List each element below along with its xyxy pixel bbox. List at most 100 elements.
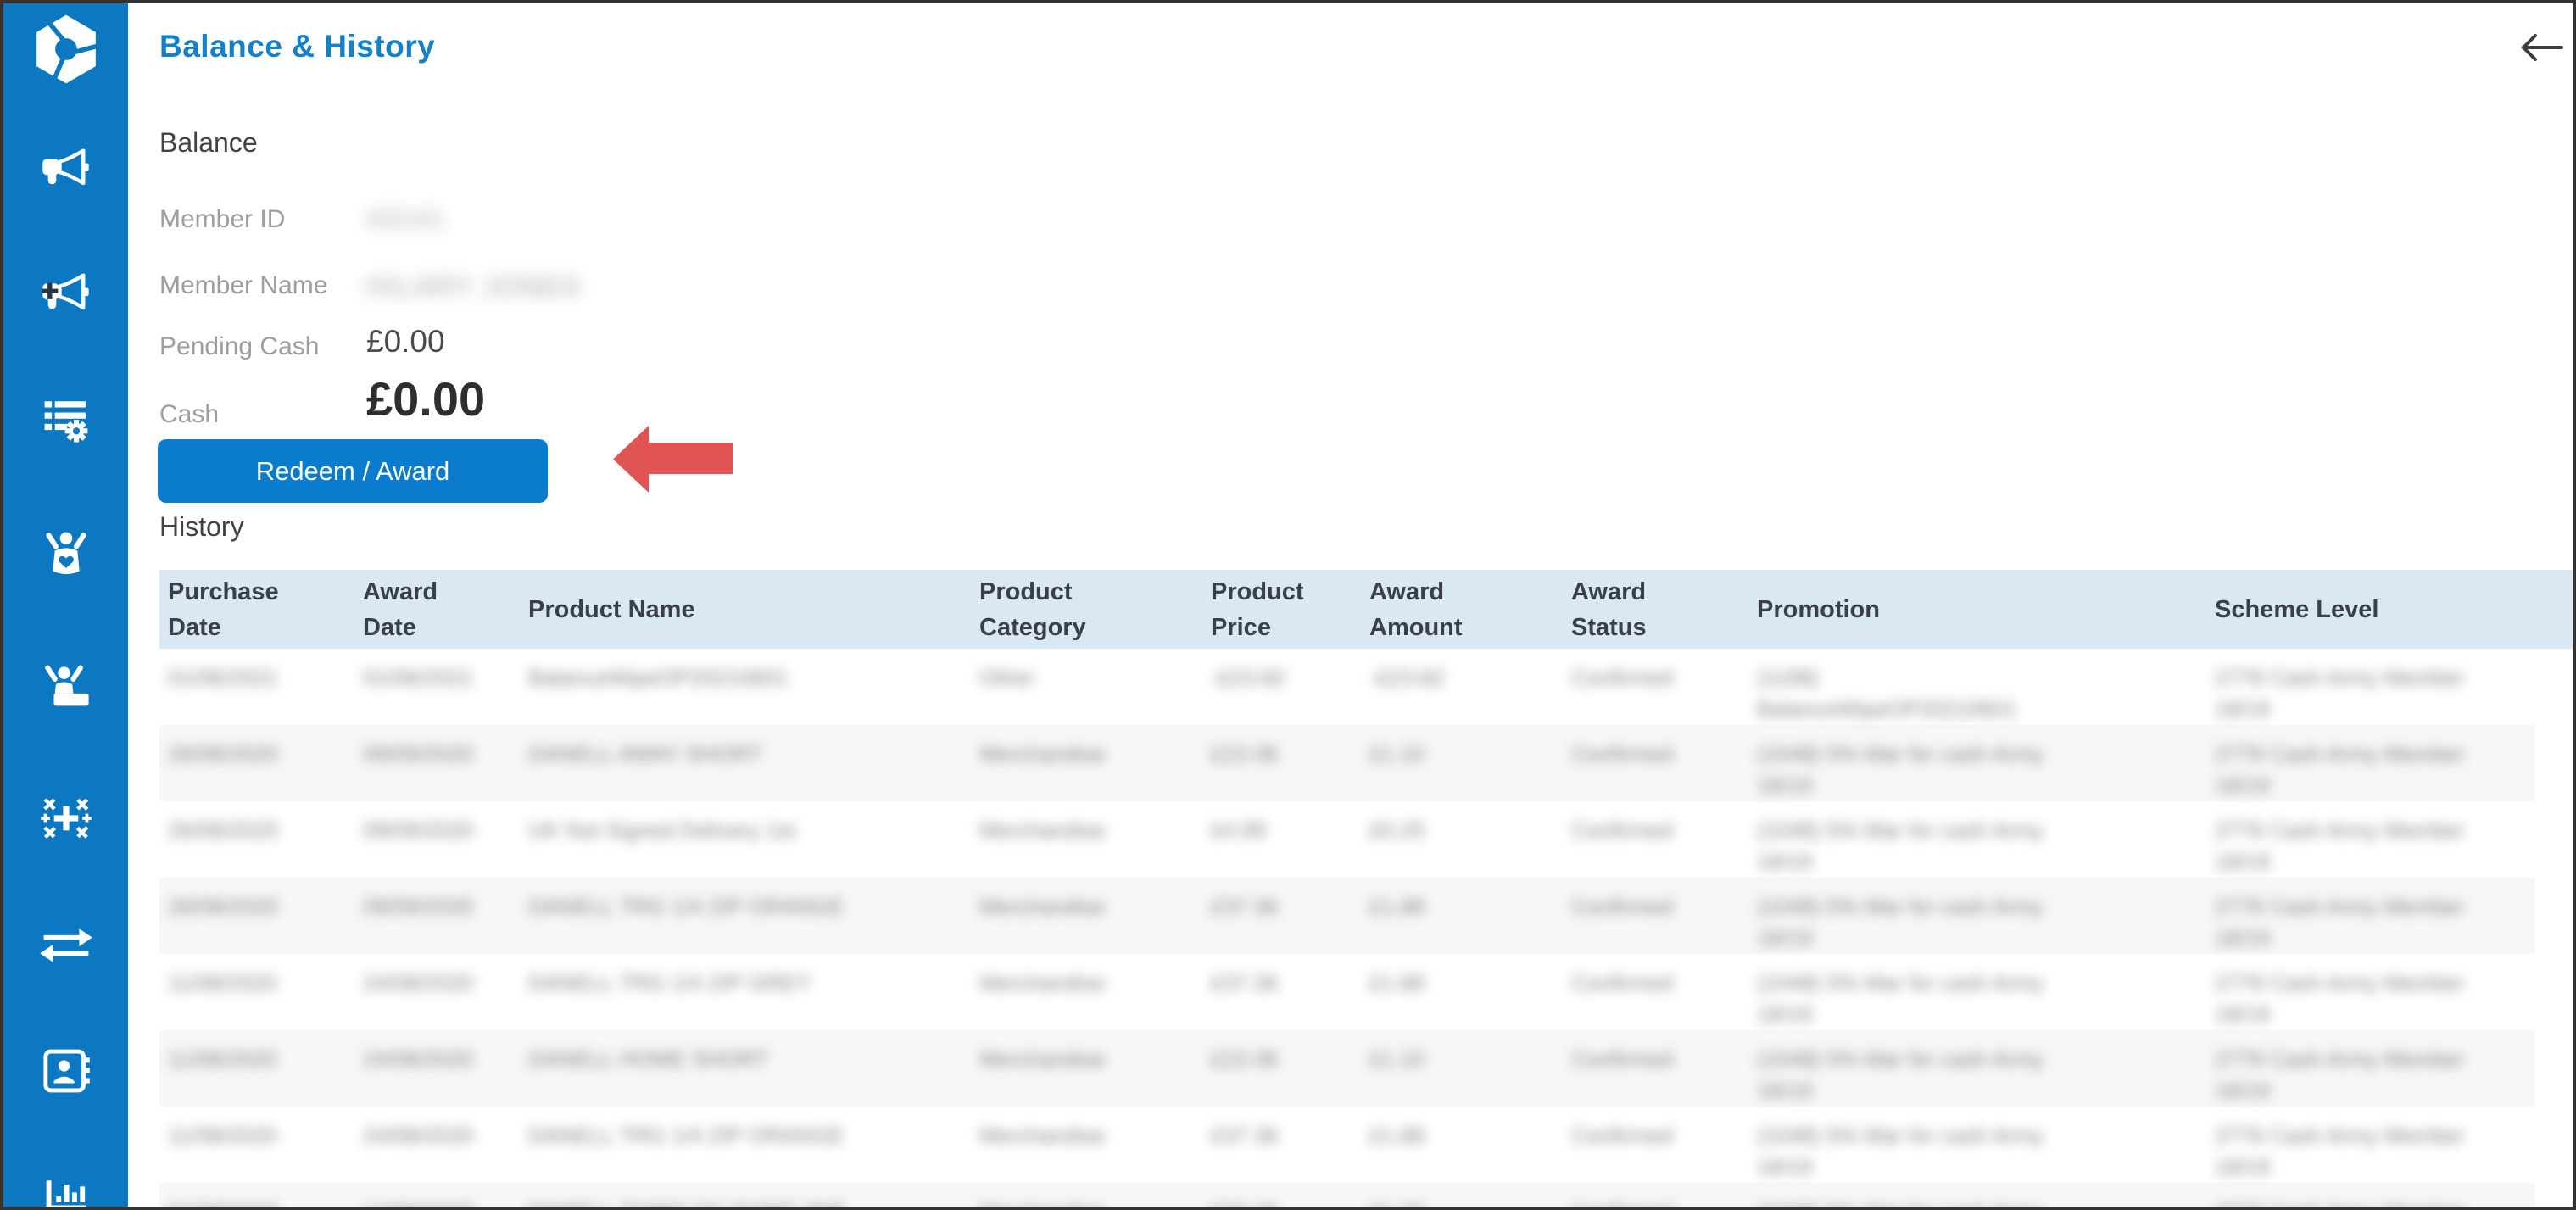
- table-row[interactable]: 11/08/2020 24/08/2020 DANELL TRG 1/4 ZIP…: [159, 954, 2535, 1030]
- cell-award-status: Confirmed: [1563, 1183, 1748, 1207]
- cell-product-price: £37.36: [1211, 894, 1279, 919]
- cell-purchase-date: 11/08/2020: [168, 970, 277, 995]
- cell-promotion: (1048) 5% Mar for cash Army 18/19: [1757, 1123, 2044, 1179]
- cell-award-status: Confirmed: [1571, 741, 1673, 767]
- cell-product-name: DANELL HOME SHORT: [528, 1046, 769, 1072]
- table-row[interactable]: 01/08/2020 14/08/2020 DANELL THIRD GK SH…: [159, 1183, 2535, 1207]
- cell-award-status: Confirmed: [1571, 894, 1673, 919]
- add-announcement-icon[interactable]: [3, 270, 128, 318]
- cell-product-category: Merchandise: [979, 817, 1106, 843]
- cell-product-name: DANELL TRG 1/4 ZIP ORANGE: [528, 1123, 845, 1148]
- transactions-swap-icon[interactable]: [3, 924, 128, 967]
- page-title: Balance & History: [159, 29, 436, 64]
- cell-product-price: £4.99: [1211, 817, 1267, 843]
- cell-award-date: 24/08/2020: [363, 1046, 474, 1072]
- history-table-body: 01/06/2021 01/06/2021 BalanceWipeOP20210…: [159, 649, 2535, 1207]
- cell-product-name: UK Not Signed Delivery 1st: [528, 817, 796, 843]
- cell-promotion: (1198) BalanceWipeOP20210601: [1757, 665, 2017, 722]
- table-row[interactable]: 01/06/2021 01/06/2021 BalanceWipeOP20210…: [159, 649, 2535, 725]
- cell-award-date: 24/08/2020: [363, 970, 474, 995]
- cell-scheme-level: 2776 Cash Army Member 18/19: [2215, 665, 2465, 722]
- col-product-category: Product Category: [979, 577, 1086, 641]
- table-row[interactable]: 26/08/2020 09/09/2020 DANELL AWAY SHORT …: [159, 725, 2535, 801]
- cell-award-date: 01/06/2021: [363, 665, 474, 690]
- table-row[interactable]: 26/08/2020 09/09/2020 DANELL TRG 1/4 ZIP…: [159, 878, 2535, 954]
- back-arrow-icon[interactable]: [2520, 32, 2564, 67]
- pending-cash-label: Pending Cash: [159, 332, 320, 360]
- cell-award-status: Confirmed: [1571, 1046, 1673, 1072]
- cell-product-category: Merchandise: [979, 741, 1106, 767]
- app-window: Balance & History Balance Member ID 4314…: [0, 0, 2576, 1210]
- cell-award-amount: £1.32: [1361, 1183, 1563, 1207]
- balance-heading: Balance: [159, 127, 258, 158]
- cash-label: Cash: [159, 400, 220, 428]
- col-award-status: Award Status: [1571, 577, 1647, 641]
- cell-product-category: Merchandise: [979, 894, 1106, 919]
- redeem-desk-icon[interactable]: [3, 665, 128, 714]
- cell-scheme-level: 2776 Cash Army Member 18/19: [2215, 817, 2465, 874]
- cell-award-amount: £1.10: [1369, 1046, 1425, 1072]
- cell-purchase-date: 01/06/2021: [168, 665, 279, 690]
- cell-promotion: (1048) 5% Mar for cash Army 18/19: [1757, 894, 2044, 951]
- cell-award-status: Confirmed: [1571, 817, 1673, 843]
- cell-purchase-date: 26/08/2020: [168, 894, 279, 919]
- col-promotion: Promotion: [1757, 595, 1880, 623]
- cell-promotion: (1048) 5% Mar for cash Army 18/19: [1757, 741, 2044, 798]
- app-logo-icon[interactable]: [3, 12, 128, 86]
- cell-award-amount: -£23.82: [1369, 665, 1445, 690]
- cell-product-price: £37.36: [1211, 1123, 1279, 1148]
- history-table-header: Purchase Date Award Date Product Name Pr…: [159, 570, 2573, 649]
- cell-scheme-level: 2776 Cash Army Member 18/19: [2215, 894, 2465, 951]
- cell-product-name: DANELL AWAY SHORT: [528, 741, 762, 767]
- cell-promotion: (1048) 5% Mar for cash Army 18/19: [1757, 1046, 2044, 1103]
- cell-scheme-level: 2776 Cash Army Member 18/19: [2206, 1183, 2535, 1207]
- member-loyalty-icon[interactable]: [3, 529, 128, 578]
- sidebar: [3, 3, 128, 1207]
- cell-award-status: Confirmed: [1571, 1123, 1673, 1148]
- col-purchase-date: Purchase Date: [168, 577, 279, 641]
- history-heading: History: [159, 511, 244, 542]
- cell-scheme-level: 2776 Cash Army Member 18/19: [2215, 1046, 2465, 1103]
- campaign-list-settings-icon[interactable]: [3, 395, 128, 444]
- cell-promotion: (1048) 5% Mar for cash Army 18/19: [1757, 817, 2044, 874]
- member-name-value: HILARY JONES: [366, 271, 583, 302]
- table-row[interactable]: 11/08/2020 24/08/2020 DANELL TRG 1/4 ZIP…: [159, 1107, 2535, 1183]
- announcement-icon[interactable]: [3, 146, 128, 193]
- cell-award-amount: £1.88: [1369, 894, 1425, 919]
- table-row[interactable]: 11/08/2020 24/08/2020 DANELL HOME SHORT …: [159, 1030, 2535, 1107]
- cell-award-amount: £1.88: [1369, 1123, 1425, 1148]
- contacts-book-icon[interactable]: [3, 1046, 128, 1096]
- cell-product-category: Other: [979, 665, 1035, 690]
- redeem-award-button[interactable]: Redeem / Award: [158, 439, 548, 503]
- cell-product-price: £26.46: [1202, 1183, 1361, 1207]
- col-product-price: Product Price: [1211, 577, 1304, 641]
- cell-promotion: (1048) 5% Mar for cash Army 18/19: [1757, 970, 2044, 1027]
- cell-purchase-date: 26/08/2020: [168, 817, 279, 843]
- cell-award-amount: £1.10: [1369, 741, 1425, 767]
- cell-scheme-level: 2776 Cash Army Member 18/19: [2215, 1123, 2465, 1179]
- cash-value: £0.00: [366, 372, 486, 426]
- cell-scheme-level: 2776 Cash Army Member 18/19: [2215, 970, 2465, 1027]
- cell-promotion: (1048) 5% Mar for cash Army 18/19: [1748, 1183, 2206, 1207]
- cell-purchase-date: 11/08/2020: [168, 1046, 277, 1072]
- cell-award-date: 14/08/2020: [354, 1183, 520, 1207]
- cell-product-category: Merchandise: [979, 1046, 1106, 1072]
- cell-product-category: Merchandise: [979, 1123, 1106, 1148]
- cell-award-date: 09/09/2020: [363, 817, 474, 843]
- cell-product-price: £22.06: [1211, 1046, 1279, 1072]
- member-id-value: 43141: [366, 205, 446, 233]
- snowflake-cluster-icon[interactable]: [3, 794, 128, 843]
- cell-award-date: 24/08/2020: [363, 1123, 474, 1148]
- cell-scheme-level: 2776 Cash Army Member 18/19: [2215, 741, 2465, 798]
- red-pointer-arrow-icon: [613, 426, 733, 497]
- cell-product-price: £37.36: [1211, 970, 1279, 995]
- cell-award-amount: £1.88: [1369, 970, 1425, 995]
- cell-award-status: Confirmed: [1571, 665, 1673, 690]
- reports-chart-icon[interactable]: [3, 1167, 128, 1207]
- table-row[interactable]: 26/08/2020 09/09/2020 UK Not Signed Deli…: [159, 801, 2535, 878]
- cell-award-amount: £0.25: [1369, 817, 1425, 843]
- member-name-label: Member Name: [159, 271, 328, 299]
- cell-product-name: DANELL TRG 1/4 ZIP GREY: [528, 970, 811, 995]
- col-award-amount: Award Amount: [1369, 577, 1463, 641]
- cell-award-date: 09/09/2020: [363, 894, 474, 919]
